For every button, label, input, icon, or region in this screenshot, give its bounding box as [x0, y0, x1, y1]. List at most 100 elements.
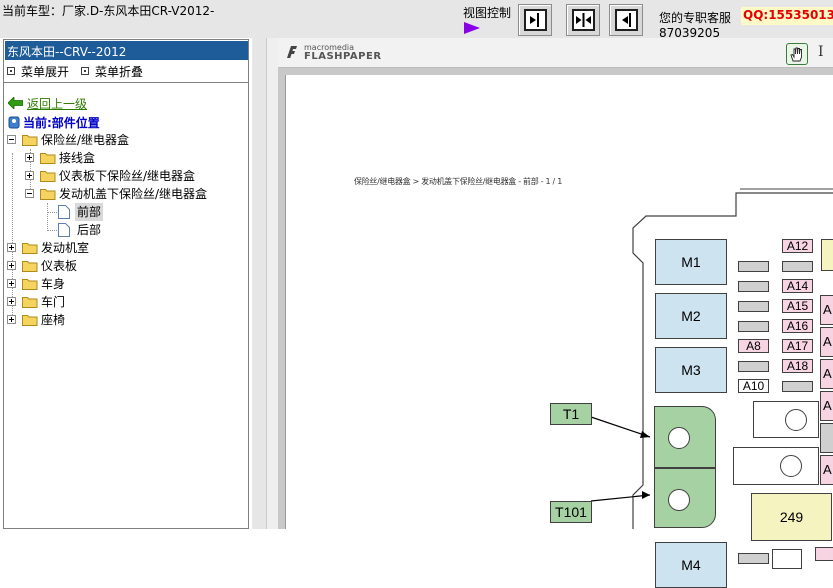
tree-node-engine-room[interactable]: 发动机室: [0, 239, 240, 257]
expand-toggle-icon[interactable]: [25, 171, 34, 180]
tree-node-body[interactable]: 车身: [0, 275, 240, 293]
side-fuse: A: [820, 391, 833, 421]
folder-open-icon: [40, 189, 56, 200]
document-icon: [58, 205, 70, 219]
fuse-slot: [738, 321, 769, 332]
tree-node-door[interactable]: 车门: [0, 293, 240, 311]
fuse-a14: A14: [782, 279, 813, 293]
folder-icon: [40, 153, 56, 164]
collapse-square-icon: [81, 67, 89, 75]
label-t101: T101: [550, 501, 592, 523]
collapse-menu-button[interactable]: 菜单折叠: [81, 63, 143, 80]
expand-left-button[interactable]: [609, 4, 643, 36]
current-position-label: 当前:部件位置: [23, 116, 100, 130]
panel-splitter[interactable]: [252, 38, 266, 529]
expand-toggle-icon[interactable]: [7, 243, 16, 252]
split-view-icon: [572, 9, 595, 31]
relay: [733, 447, 819, 485]
relay: [772, 549, 802, 569]
fuse-a8: A8: [738, 339, 769, 353]
top-bar: 当前车型：厂家.D-东风本田CR-V2012- 视图控制 您的专职客服 QQ:1…: [0, 0, 833, 40]
expand-square-icon: [7, 67, 15, 75]
fuse-a15: A15: [782, 299, 813, 313]
fuse-slot: [738, 261, 769, 272]
connector-terminal: [668, 489, 690, 511]
tree-label: 车门: [41, 295, 66, 309]
tree-node-rear[interactable]: 后部: [0, 221, 240, 239]
fuse-slot: [782, 261, 813, 272]
tree-label: 仪表板下保险丝/继电器盒: [59, 169, 196, 183]
module-m3: M3: [655, 347, 727, 393]
tree-node-junction-box[interactable]: 接线盒: [0, 149, 240, 167]
yellow-partial-box: [821, 239, 833, 271]
fuse-a16: A16: [782, 319, 813, 333]
hand-icon: [790, 47, 802, 62]
tree-label-selected: 前部: [75, 203, 104, 221]
logo-flashpaper: FLASHPAPER: [304, 51, 382, 62]
sidebar: 东风本田--CRV--2012 菜单展开 菜单折叠 返回上一级 当前:部件位置 …: [0, 38, 252, 529]
relay-249: 249: [751, 493, 832, 541]
folder-icon: [22, 315, 38, 326]
connector-t1: [654, 406, 716, 468]
expand-left-icon: [615, 9, 638, 31]
fuse-slot: [782, 381, 813, 392]
folder-icon: [22, 297, 38, 308]
collapse-toggle-icon[interactable]: [7, 135, 16, 144]
tree-node-fuse-relay-box[interactable]: 保险丝/继电器盒: [0, 131, 240, 149]
label-t1: T1: [550, 403, 592, 425]
folder-icon: [22, 279, 38, 290]
fuse-a12: A12: [782, 239, 813, 253]
tree-label: 车身: [41, 277, 66, 291]
expand-menu-button[interactable]: 菜单展开: [7, 63, 69, 80]
current-position: 当前:部件位置: [8, 114, 100, 131]
relay-terminal: [785, 409, 807, 431]
sidebar-title: 东风本田--CRV--2012: [5, 41, 248, 60]
tree-node-seat[interactable]: 座椅: [0, 311, 240, 329]
tree-label: 座椅: [41, 313, 66, 327]
tree-label: 保险丝/继电器盒: [41, 133, 130, 147]
split-view-button[interactable]: [566, 4, 600, 36]
tree-node-front[interactable]: 前部: [0, 203, 240, 221]
tree-label: 接线盒: [59, 151, 96, 165]
tree-label: 后部: [77, 223, 102, 237]
text-select-icon: I: [818, 44, 824, 60]
folder-icon: [22, 261, 38, 272]
tree-label: 仪表板: [41, 259, 78, 273]
fuse-a18: A18: [782, 359, 813, 373]
expand-toggle-icon[interactable]: [7, 261, 16, 270]
tree-label: 发动机盖下保险丝/继电器盒: [59, 187, 208, 201]
fuse-slot: [738, 553, 769, 564]
collapse-left-button[interactable]: [518, 4, 552, 36]
back-link-label: 返回上一级: [27, 97, 88, 111]
collapse-toggle-icon[interactable]: [25, 189, 34, 198]
viewer-toolbar: macromedia FLASHPAPER I: [278, 38, 833, 68]
side-fuse: A: [820, 327, 833, 357]
tree-node-dashboard[interactable]: 仪表板: [0, 257, 240, 275]
tree-node-hood-fuse-box[interactable]: 发动机盖下保险丝/继电器盒: [0, 185, 240, 203]
side-fuse: A: [820, 359, 833, 389]
fuse-a10: A10: [738, 379, 769, 393]
expand-toggle-icon[interactable]: [7, 315, 16, 324]
service-label: 您的专职客服: [659, 11, 732, 25]
expand-toggle-icon[interactable]: [7, 279, 16, 288]
folder-open-icon: [22, 135, 38, 146]
tree-node-dash-fuse-box[interactable]: 仪表板下保险丝/继电器盒: [0, 167, 240, 185]
location-icon: [8, 116, 20, 129]
folder-icon: [22, 243, 38, 254]
folder-icon: [40, 171, 56, 182]
back-arrow-icon: [7, 96, 24, 110]
hand-tool-button[interactable]: [786, 43, 808, 65]
collapse-menu-label: 菜单折叠: [95, 65, 144, 79]
expand-toggle-icon[interactable]: [7, 297, 16, 306]
back-link[interactable]: 返回上一级: [7, 95, 88, 112]
fuse-slot: [738, 301, 769, 312]
arrow-right-icon: [464, 22, 480, 34]
relay: [753, 401, 819, 438]
service-qq-link[interactable]: QQ:1553501388: [741, 7, 833, 25]
expand-toggle-icon[interactable]: [25, 153, 34, 162]
side-fuse-gray: [820, 423, 833, 453]
view-control-label: 视图控制: [463, 6, 512, 20]
text-select-tool[interactable]: I: [818, 44, 824, 60]
scrollbar[interactable]: [266, 38, 278, 529]
side-fuse: A: [820, 295, 833, 325]
